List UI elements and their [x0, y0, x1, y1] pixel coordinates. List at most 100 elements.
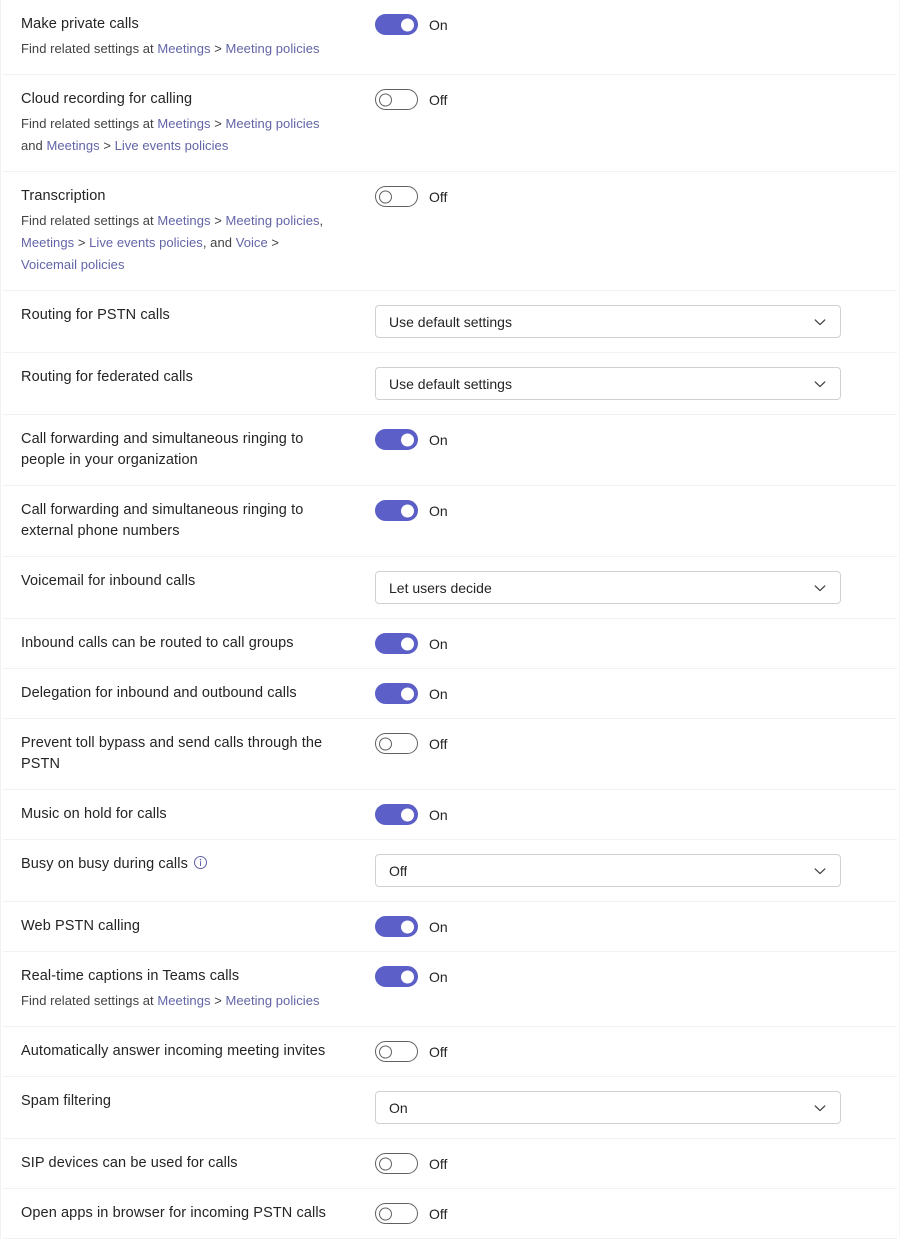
- row-control-column: On: [375, 902, 897, 951]
- row-control-column: On: [375, 790, 897, 839]
- setting-row-spam-filtering: Spam filtering On: [3, 1077, 897, 1139]
- dropdown-busy-on-busy-during-calls[interactable]: Off: [375, 854, 841, 887]
- related-setting-link[interactable]: Meetings: [157, 116, 210, 131]
- toggle-knob: [401, 808, 414, 821]
- row-title: Inbound calls can be routed to call grou…: [21, 633, 335, 654]
- related-setting-link[interactable]: Meetings: [21, 235, 74, 250]
- row-description-text: Find related settings at: [21, 116, 157, 131]
- row-description-text: ,: [320, 213, 324, 228]
- row-description-text: Find related settings at: [21, 213, 157, 228]
- chevron-down-icon: [812, 863, 828, 879]
- toggle-delegation-for-inbound-and-outbound-calls[interactable]: [375, 683, 418, 704]
- row-control-column: On: [375, 0, 897, 49]
- related-setting-link[interactable]: Voicemail policies: [21, 257, 125, 272]
- toggle-music-on-hold-for-calls[interactable]: [375, 804, 418, 825]
- toggle-make-private-calls[interactable]: [375, 14, 418, 35]
- toggle-knob: [379, 1157, 392, 1170]
- toggle-knob: [379, 1045, 392, 1058]
- dropdown-routing-for-pstn-calls[interactable]: Use default settings: [375, 305, 841, 338]
- toggle-knob: [401, 970, 414, 983]
- row-description: Find related settings at Meetings > Meet…: [21, 210, 335, 276]
- setting-row-music-on-hold-for-calls: Music on hold for calls On: [3, 790, 897, 840]
- row-title: Automatically answer incoming meeting in…: [21, 1041, 335, 1062]
- info-icon[interactable]: [193, 855, 208, 870]
- row-title: Make private calls: [21, 14, 335, 35]
- toggle-call-forwarding-external[interactable]: [375, 500, 418, 521]
- toggle-call-forwarding-internal[interactable]: [375, 429, 418, 450]
- row-description: Find related settings at Meetings > Meet…: [21, 113, 335, 157]
- row-description-text: >: [74, 235, 89, 250]
- row-title-text: Web PSTN calling: [21, 918, 140, 934]
- setting-row-cloud-recording-for-calling: Cloud recording for callingFind related …: [3, 75, 897, 172]
- chevron-down-icon: [812, 580, 828, 596]
- toggle-group: On: [375, 14, 448, 35]
- related-setting-link[interactable]: Meetings: [47, 138, 100, 153]
- toggle-state-label: On: [429, 805, 448, 825]
- row-label-column: Open apps in browser for incoming PSTN c…: [3, 1189, 375, 1238]
- toggle-prevent-toll-bypass[interactable]: [375, 733, 418, 754]
- related-setting-link[interactable]: Meeting policies: [226, 993, 320, 1008]
- toggle-knob: [401, 687, 414, 700]
- toggle-open-apps-in-browser-for-incoming-pstn-calls[interactable]: [375, 1203, 418, 1224]
- row-title-text: Music on hold for calls: [21, 806, 167, 822]
- toggle-state-label: Off: [429, 734, 447, 754]
- row-control-column: On: [375, 619, 897, 668]
- row-label-column: Automatically answer incoming meeting in…: [3, 1027, 375, 1076]
- setting-row-open-apps-in-browser-for-incoming-pstn-calls: Open apps in browser for incoming PSTN c…: [3, 1189, 897, 1239]
- row-control-column: Off: [375, 1027, 897, 1076]
- toggle-sip-devices-can-be-used-for-calls[interactable]: [375, 1153, 418, 1174]
- row-title-text: Real-time captions in Teams calls: [21, 968, 239, 984]
- toggle-state-label: On: [429, 967, 448, 987]
- row-control-column: On: [375, 415, 897, 464]
- related-setting-link[interactable]: Meeting policies: [226, 213, 320, 228]
- toggle-knob: [379, 737, 392, 750]
- row-title: Call forwarding and simultaneous ringing…: [21, 500, 335, 542]
- row-description-text: >: [211, 993, 226, 1008]
- setting-row-delegation-for-inbound-and-outbound-calls: Delegation for inbound and outbound call…: [3, 669, 897, 719]
- toggle-web-pstn-calling[interactable]: [375, 916, 418, 937]
- toggle-state-label: Off: [429, 90, 447, 110]
- toggle-state-label: Off: [429, 187, 447, 207]
- related-setting-link[interactable]: Meetings: [157, 213, 210, 228]
- dropdown-routing-for-federated-calls[interactable]: Use default settings: [375, 367, 841, 400]
- toggle-state-label: Off: [429, 1154, 447, 1174]
- related-setting-link[interactable]: Meeting policies: [226, 41, 320, 56]
- row-title-text: Prevent toll bypass and send calls throu…: [21, 735, 322, 772]
- toggle-state-label: Off: [429, 1042, 447, 1062]
- dropdown-spam-filtering[interactable]: On: [375, 1091, 841, 1124]
- row-description: Find related settings at Meetings > Meet…: [21, 38, 335, 60]
- dropdown-voicemail-for-inbound-calls[interactable]: Let users decide: [375, 571, 841, 604]
- row-title: Spam filtering: [21, 1091, 335, 1112]
- row-control-column: On: [375, 1077, 897, 1138]
- setting-row-call-forwarding-external: Call forwarding and simultaneous ringing…: [3, 486, 897, 557]
- toggle-transcription[interactable]: [375, 186, 418, 207]
- toggle-group: On: [375, 916, 448, 937]
- toggle-group: Off: [375, 89, 447, 110]
- related-setting-link[interactable]: Meetings: [157, 41, 210, 56]
- related-setting-link[interactable]: Meetings: [157, 993, 210, 1008]
- row-label-column: Make private calls Find related settings …: [3, 0, 375, 74]
- row-title-text: Call forwarding and simultaneous ringing…: [21, 502, 303, 539]
- row-title: Delegation for inbound and outbound call…: [21, 683, 335, 704]
- row-control-column: Off: [375, 1139, 897, 1188]
- row-control-column: Let users decide: [375, 557, 897, 618]
- toggle-cloud-recording-for-calling[interactable]: [375, 89, 418, 110]
- toggle-real-time-captions[interactable]: [375, 966, 418, 987]
- related-setting-link[interactable]: Voice: [236, 235, 268, 250]
- toggle-inbound-calls-routed-to-call-groups[interactable]: [375, 633, 418, 654]
- row-title-text: Call forwarding and simultaneous ringing…: [21, 431, 303, 468]
- row-control-column: Off: [375, 75, 897, 124]
- related-setting-link[interactable]: Meeting policies: [226, 116, 320, 131]
- row-label-column: Inbound calls can be routed to call grou…: [3, 619, 375, 668]
- toggle-knob: [401, 504, 414, 517]
- row-title-text: Delegation for inbound and outbound call…: [21, 685, 297, 701]
- row-label-column: Routing for federated calls: [3, 353, 375, 402]
- calling-policy-settings-list: Make private calls Find related settings …: [0, 0, 900, 1239]
- toggle-group: Off: [375, 1203, 447, 1224]
- toggle-automatically-answer-meeting-invites[interactable]: [375, 1041, 418, 1062]
- related-setting-link[interactable]: Live events policies: [89, 235, 203, 250]
- related-setting-link[interactable]: Live events policies: [115, 138, 229, 153]
- setting-row-transcription: TranscriptionFind related settings at Me…: [3, 172, 897, 291]
- toggle-state-label: Off: [429, 1204, 447, 1224]
- row-title: Routing for federated calls: [21, 367, 335, 388]
